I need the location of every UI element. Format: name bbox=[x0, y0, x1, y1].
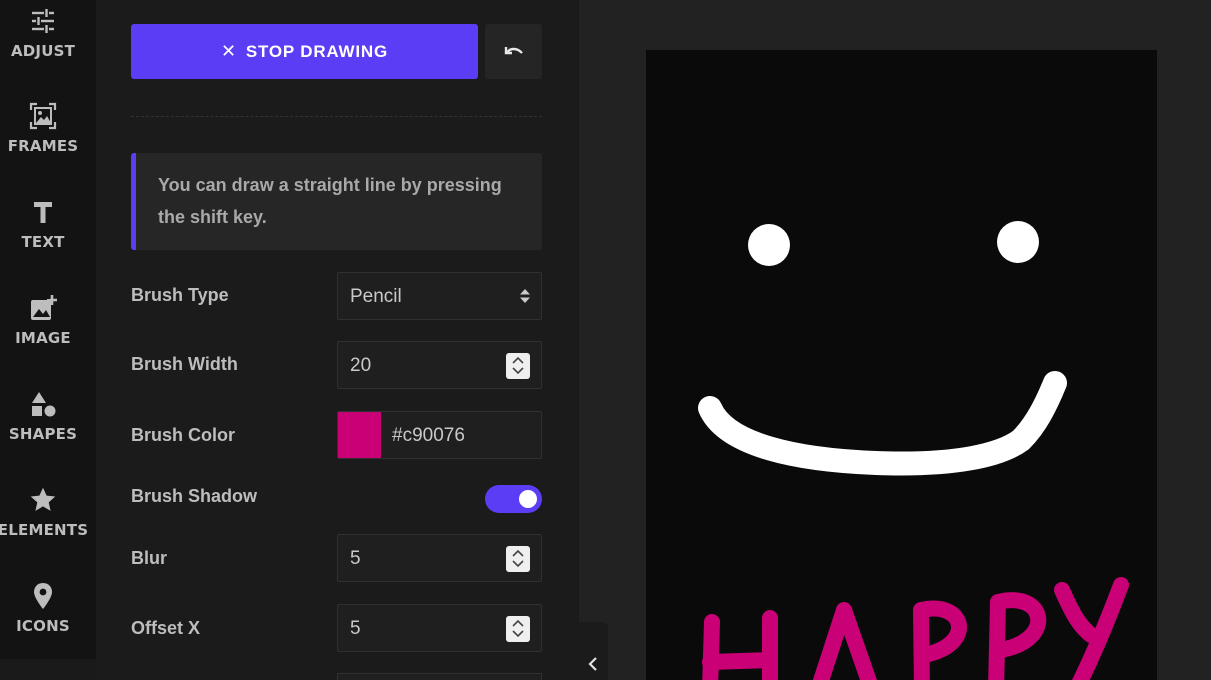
stop-drawing-label: STOP DRAWING bbox=[245, 41, 389, 61]
canvas-drawing bbox=[698, 221, 1129, 680]
offset-x-label: Offset X bbox=[131, 618, 201, 638]
blur-label: Blur bbox=[131, 548, 167, 568]
rail-label: ADJUST bbox=[10, 42, 76, 60]
number-stepper[interactable] bbox=[506, 353, 530, 379]
add-image-icon bbox=[28, 293, 58, 323]
sliders-icon bbox=[28, 6, 58, 36]
select-arrows-icon bbox=[520, 289, 530, 303]
brush-color-input[interactable]: #c90076 bbox=[337, 411, 542, 459]
collapse-panel-button[interactable] bbox=[577, 622, 608, 680]
chevron-up-icon bbox=[512, 619, 524, 627]
drawing-panel: ✕ STOP DRAWING You can draw a straight l… bbox=[96, 0, 577, 680]
offset-x-input[interactable]: 5 bbox=[337, 604, 542, 652]
rail-item-icons[interactable]: ICONS bbox=[0, 581, 86, 671]
chevron-left-icon bbox=[587, 657, 597, 671]
rail-label: FRAMES bbox=[7, 137, 79, 155]
close-icon: ✕ bbox=[220, 41, 237, 61]
number-stepper[interactable] bbox=[506, 616, 530, 642]
rail-label: ICONS bbox=[16, 617, 70, 635]
brush-width-input[interactable]: 20 bbox=[337, 341, 542, 389]
blur-value: 5 bbox=[350, 548, 361, 569]
brush-color-value: #c90076 bbox=[392, 425, 465, 446]
brush-shadow-toggle[interactable] bbox=[485, 485, 542, 513]
brush-type-value: Pencil bbox=[350, 286, 402, 307]
rail-item-shapes[interactable]: SHAPES bbox=[0, 389, 86, 479]
divider bbox=[131, 116, 542, 117]
color-swatch[interactable] bbox=[338, 412, 381, 458]
undo-icon bbox=[504, 46, 523, 54]
rail-label: TEXT bbox=[21, 233, 65, 251]
chevron-down-icon bbox=[512, 630, 524, 638]
text-icon bbox=[28, 197, 58, 227]
hint-box: You can draw a straight line by pressing… bbox=[131, 153, 542, 250]
shapes-icon bbox=[28, 389, 58, 419]
tool-rail: ADJUST FRAMES TEXT IMAGE SHAPES ELEMENTS bbox=[0, 0, 96, 659]
map-pin-icon bbox=[28, 581, 58, 611]
rail-item-image[interactable]: IMAGE bbox=[0, 293, 86, 383]
frame-image-icon bbox=[28, 101, 58, 131]
blur-input[interactable]: 5 bbox=[337, 534, 542, 582]
canvas-workspace bbox=[579, 0, 1211, 680]
brush-color-label: Brush Color bbox=[131, 425, 236, 445]
chevron-down-icon bbox=[512, 367, 524, 375]
brush-shadow-label: Brush Shadow bbox=[131, 486, 258, 506]
rail-label: ELEMENTS bbox=[0, 521, 89, 539]
rail-label: IMAGE bbox=[15, 329, 71, 347]
rail-label: SHAPES bbox=[8, 425, 78, 443]
brush-width-label: Brush Width bbox=[131, 354, 238, 374]
chevron-up-icon bbox=[512, 549, 524, 557]
chevron-down-icon bbox=[512, 560, 524, 568]
chevron-up-icon bbox=[512, 356, 524, 364]
rail-item-adjust[interactable]: ADJUST bbox=[0, 6, 86, 96]
rail-item-text[interactable]: TEXT bbox=[0, 197, 86, 287]
number-stepper[interactable] bbox=[506, 546, 530, 572]
rail-item-frames[interactable]: FRAMES bbox=[0, 101, 86, 191]
brush-type-label: Brush Type bbox=[131, 285, 229, 305]
undo-button[interactable] bbox=[485, 24, 542, 79]
stop-drawing-button[interactable]: ✕ STOP DRAWING bbox=[131, 24, 478, 79]
star-icon bbox=[28, 485, 58, 515]
toggle-knob bbox=[519, 490, 537, 508]
rail-item-elements[interactable]: ELEMENTS bbox=[0, 485, 89, 575]
brush-width-value: 20 bbox=[350, 355, 372, 376]
drawing-canvas[interactable] bbox=[646, 50, 1157, 680]
offset-x-value: 5 bbox=[350, 618, 361, 639]
offset-y-input[interactable] bbox=[337, 673, 542, 680]
brush-type-select[interactable]: Pencil bbox=[337, 272, 542, 320]
hint-text: You can draw a straight line by pressing… bbox=[158, 175, 502, 227]
